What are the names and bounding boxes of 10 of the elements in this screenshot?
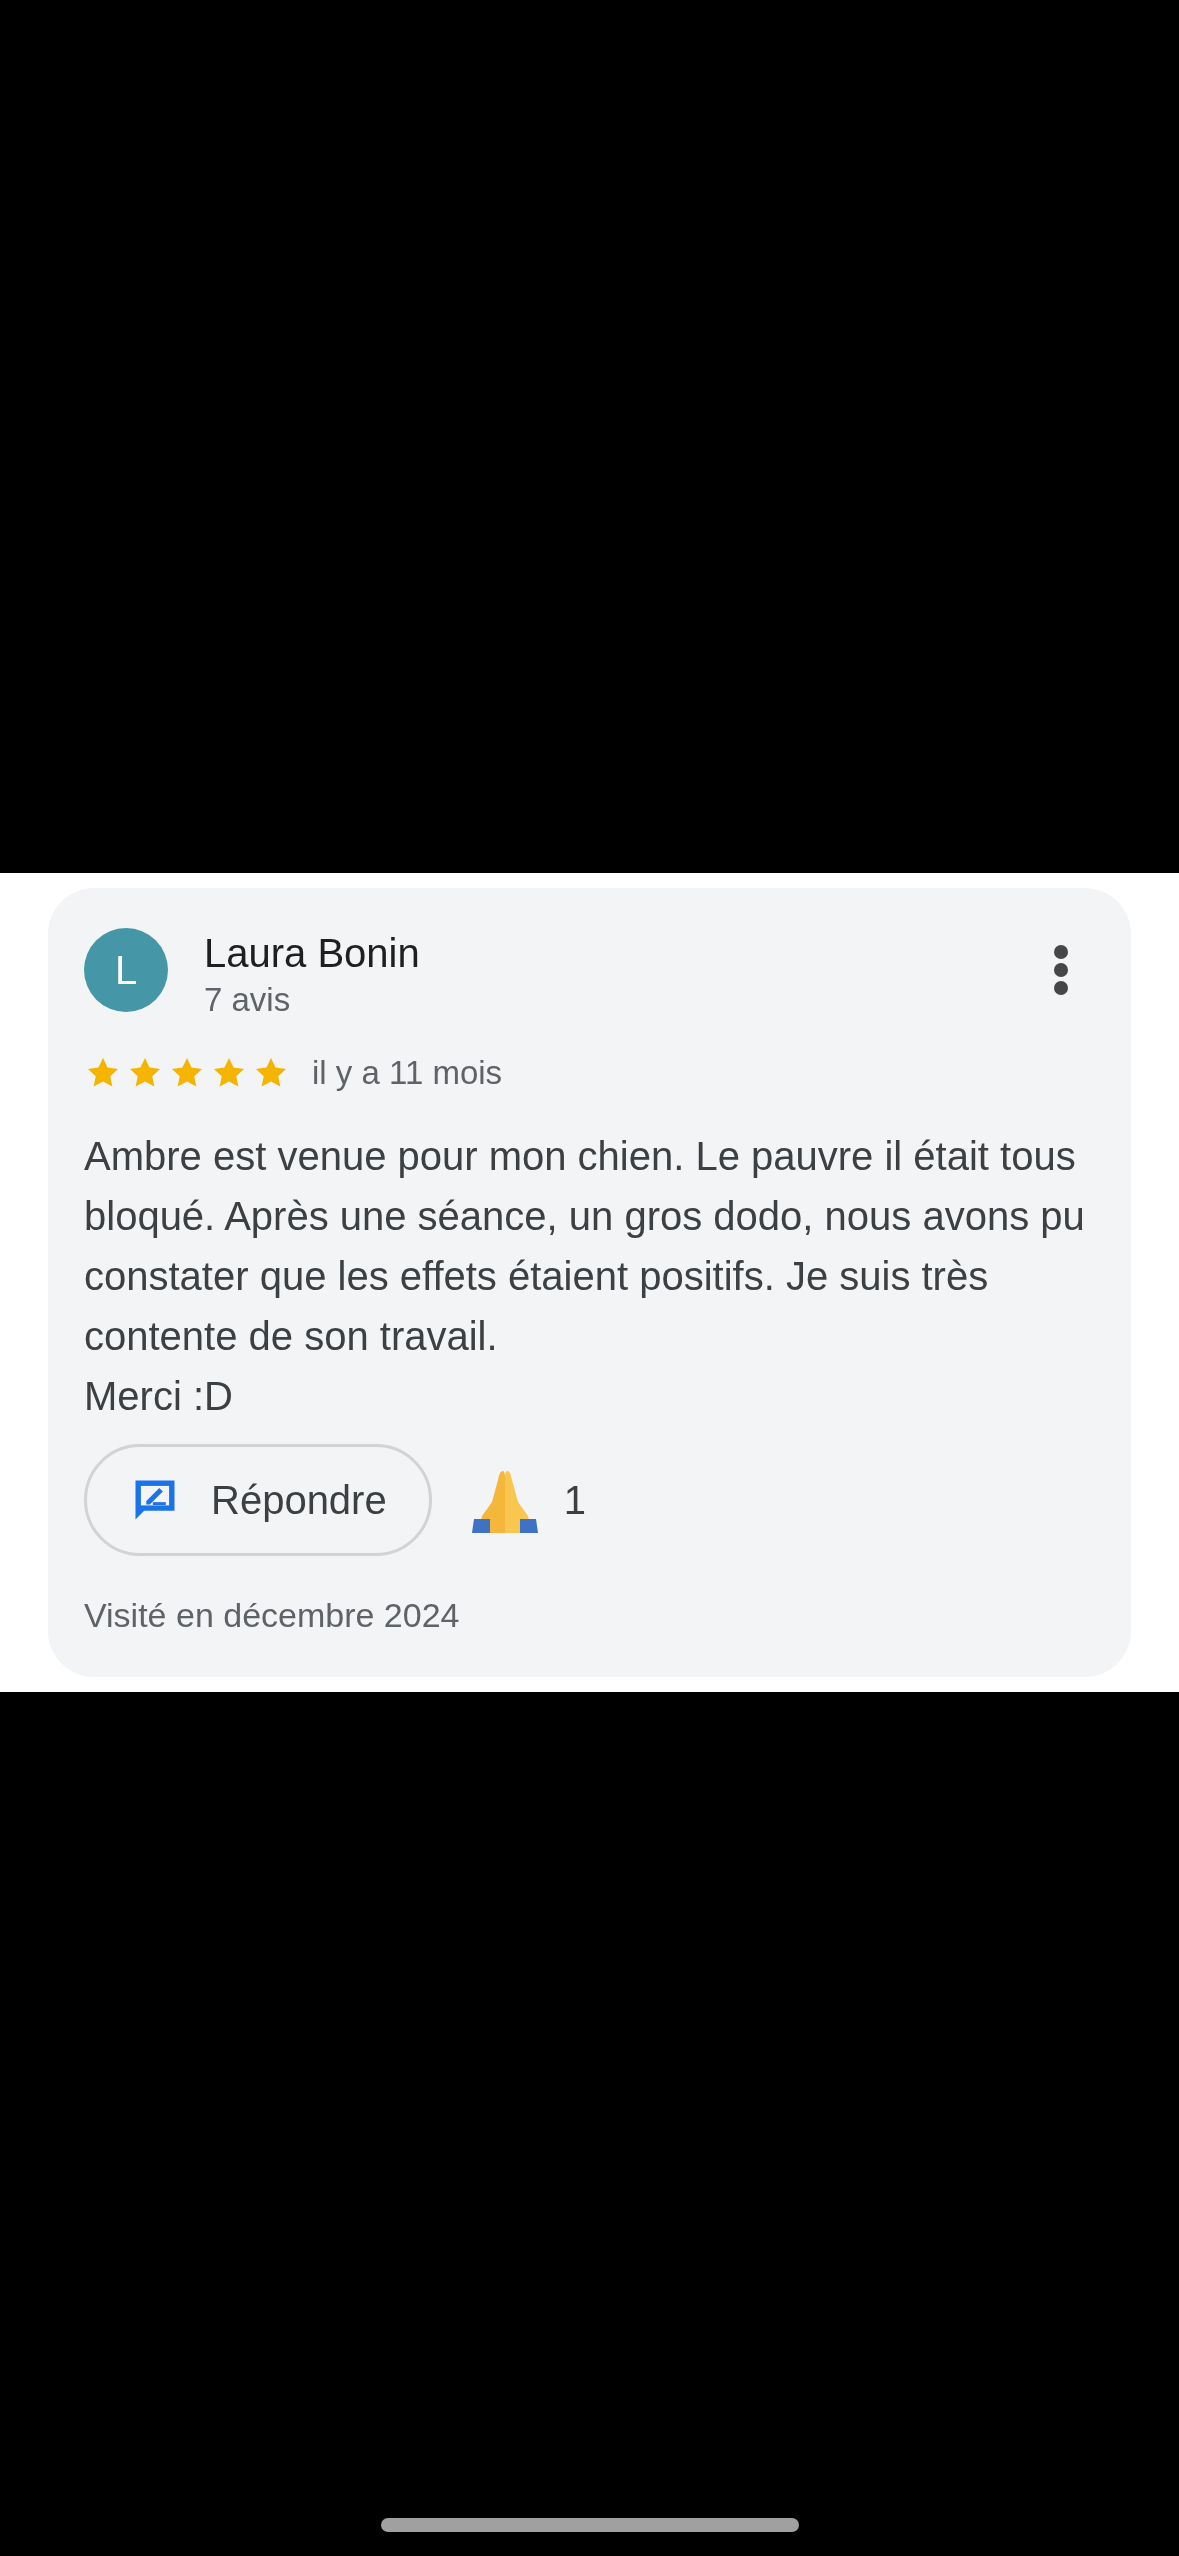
review-time: il y a 11 mois [312, 1053, 503, 1093]
reaction-count: 1 [563, 1476, 586, 1524]
reply-button[interactable]: Répondre [84, 1443, 432, 1556]
visit-date: Visité en décembre 2024 [84, 1594, 461, 1636]
author-name: Laura Bonin [204, 930, 421, 977]
review-count: 7 avis [204, 980, 292, 1020]
more-options-icon[interactable] [1053, 944, 1069, 996]
avatar: L [84, 928, 168, 1012]
review-text: Ambre est venue pour mon chien. Le pauvre il était tous bloqué. Après une séance, un gros dodo, nous avons pu constater que les effets étaient positifs. Je suis très contente de son travail. [84, 1132, 1086, 1360]
review-text: Merci :D [84, 1372, 234, 1420]
